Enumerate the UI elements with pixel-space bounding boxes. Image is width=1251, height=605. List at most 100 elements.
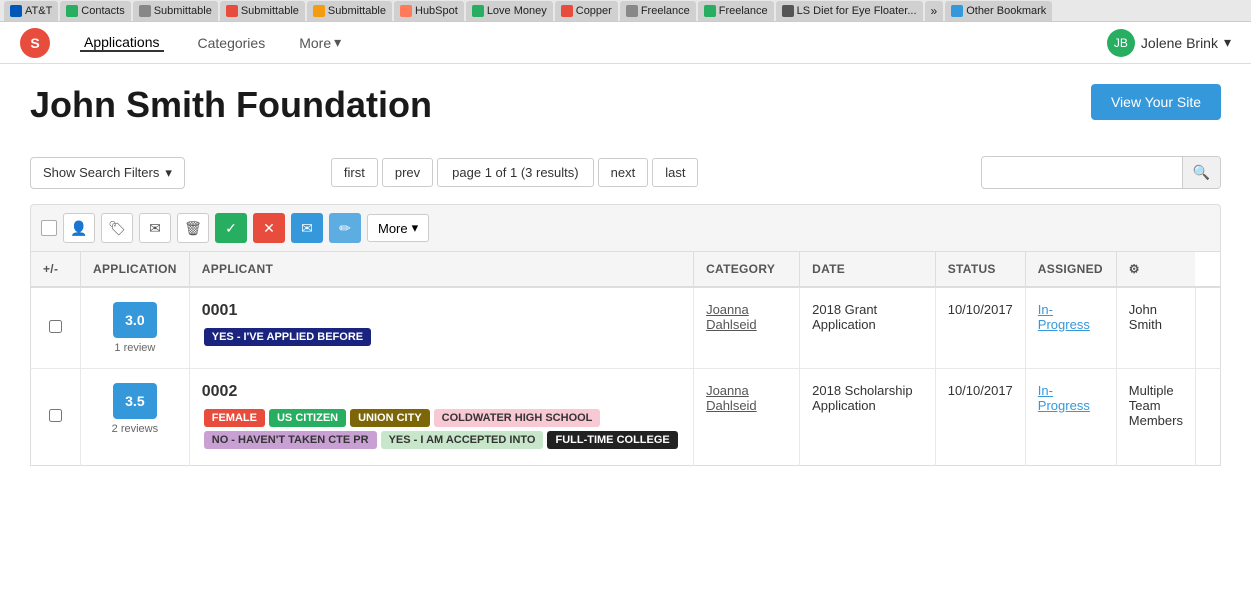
message-button[interactable]: ✉: [291, 213, 323, 243]
col-gear[interactable]: ⚙: [1116, 252, 1195, 288]
tab-contacts[interactable]: Contacts: [60, 1, 130, 21]
toolbar-more-button[interactable]: More ▾: [367, 214, 429, 242]
tags-container: FEMALEUS CITIZENUNION CITYCOLDWATER HIGH…: [202, 407, 681, 451]
review-count: 1 review: [93, 342, 177, 354]
tag-pill: COLDWATER HIGH SCHOOL: [434, 409, 601, 427]
table-header: +/- APPLICATION APPLICANT CATEGORY DATE …: [31, 252, 1221, 288]
assign-button[interactable]: 👤: [63, 213, 95, 243]
row-checkbox[interactable]: [49, 409, 62, 422]
x-icon: ✕: [263, 220, 275, 237]
check-icon: ✓: [225, 220, 237, 237]
status-cell: In-Progress: [1025, 287, 1116, 369]
chevron-down-icon: ▾: [1224, 34, 1231, 51]
tab-submittable1[interactable]: Submittable: [133, 1, 218, 21]
tag-pill: FEMALE: [204, 409, 265, 427]
person-icon: 👤: [70, 220, 87, 237]
tab-hubspot[interactable]: HubSpot: [394, 1, 464, 21]
search-input[interactable]: [982, 158, 1182, 187]
lovemoney-icon: [472, 5, 484, 17]
filter-bar: Show Search Filters ▾ first prev page 1 …: [30, 156, 1221, 189]
gear-icon: ⚙: [1129, 262, 1140, 276]
tab-att[interactable]: AT&T: [4, 1, 58, 21]
other-bookmark-icon: [951, 5, 963, 17]
col-assigned: ASSIGNED: [1025, 252, 1116, 288]
pagination-info: page 1 of 1 (3 results): [437, 158, 593, 187]
table-section: 👤 🏷 ✉ 🗑 ✓ ✕ ✉ ✏ More: [30, 204, 1221, 466]
pagination-next-button[interactable]: next: [598, 158, 649, 187]
hubspot-icon: [400, 5, 412, 17]
email-button[interactable]: ✉: [139, 213, 171, 243]
trash-icon: 🗑: [184, 220, 202, 237]
pagination-controls: first prev page 1 of 1 (3 results) next …: [331, 158, 699, 187]
tab-lovemoney[interactable]: Love Money: [466, 1, 553, 21]
applicant-cell: Joanna Dahlseid: [694, 369, 800, 466]
col-category: CATEGORY: [694, 252, 800, 288]
applications-table: +/- APPLICATION APPLICANT CATEGORY DATE …: [30, 251, 1221, 466]
chevron-down-icon: ▾: [165, 165, 172, 181]
freelance1-icon: [626, 5, 638, 17]
date-cell: 10/10/2017: [935, 287, 1025, 369]
action-button[interactable]: ✏: [329, 213, 361, 243]
pencil-icon: ✏: [339, 220, 351, 237]
applicant-link[interactable]: Joanna Dahlseid: [706, 302, 757, 332]
tags-container: YES - I'VE APPLIED BEFORE: [202, 326, 681, 348]
status-cell: In-Progress: [1025, 369, 1116, 466]
tab-freelance2[interactable]: Freelance: [698, 1, 774, 21]
search-button[interactable]: 🔍: [1182, 157, 1220, 188]
nav-more-button[interactable]: More ▾: [299, 34, 341, 51]
select-all-checkbox[interactable]: [41, 220, 57, 236]
col-applicant: APPLICANT: [189, 252, 693, 288]
app-number-cell: 0002 FEMALEUS CITIZENUNION CITYCOLDWATER…: [189, 369, 693, 466]
app-logo[interactable]: S: [20, 28, 50, 58]
table-body: 3.0 1 review 0001 YES - I'VE APPLIED BEF…: [31, 287, 1221, 466]
tab-more-icon[interactable]: »: [925, 1, 944, 21]
date-cell: 10/10/2017: [935, 369, 1025, 466]
pagination-last-button[interactable]: last: [652, 158, 698, 187]
score-cell: 3.0 1 review: [81, 287, 190, 369]
app-number-cell: 0001 YES - I'VE APPLIED BEFORE: [189, 287, 693, 369]
search-icon: 🔍: [1193, 164, 1210, 180]
review-count: 2 reviews: [93, 423, 177, 435]
pagination-first-button[interactable]: first: [331, 158, 378, 187]
contacts-icon: [66, 5, 78, 17]
nav-user-menu[interactable]: JB Jolene Brink ▾: [1107, 29, 1251, 57]
nav-link-categories[interactable]: Categories: [194, 35, 270, 51]
tag-button[interactable]: 🏷: [101, 213, 133, 243]
assigned-cell: John Smith: [1116, 287, 1195, 369]
col-status: STATUS: [935, 252, 1025, 288]
applicant-cell: Joanna Dahlseid: [694, 287, 800, 369]
chevron-down-icon: ▾: [412, 220, 419, 236]
reject-button[interactable]: ✕: [253, 213, 285, 243]
row-checkbox[interactable]: [49, 320, 62, 333]
tag-pill: YES - I'VE APPLIED BEFORE: [204, 328, 371, 346]
show-filters-button[interactable]: Show Search Filters ▾: [30, 157, 185, 189]
score-badge: 3.0: [113, 302, 157, 338]
tag-pill: FULL-TIME COLLEGE: [547, 431, 677, 449]
tab-other-bookmark[interactable]: Other Bookmark: [945, 1, 1052, 21]
avatar: JB: [1107, 29, 1135, 57]
delete-button[interactable]: 🗑: [177, 213, 209, 243]
app-number: 0002: [202, 383, 681, 401]
submittable3-icon: [313, 5, 325, 17]
view-site-button[interactable]: View Your Site: [1091, 84, 1221, 120]
tag-pill: US CITIZEN: [269, 409, 346, 427]
applicant-link[interactable]: Joanna Dahlseid: [706, 383, 757, 413]
status-badge[interactable]: In-Progress: [1038, 302, 1090, 332]
nav-link-applications[interactable]: Applications: [80, 34, 164, 52]
approve-button[interactable]: ✓: [215, 213, 247, 243]
toolbar: 👤 🏷 ✉ 🗑 ✓ ✕ ✉ ✏ More: [30, 204, 1221, 251]
tab-freelance1[interactable]: Freelance: [620, 1, 696, 21]
tag-pill: NO - HAVEN'T TAKEN CTE PR: [204, 431, 377, 449]
tab-diet[interactable]: LS Diet for Eye Floater...: [776, 1, 923, 21]
pagination-prev-button[interactable]: prev: [382, 158, 433, 187]
score-cell: 3.5 2 reviews: [81, 369, 190, 466]
col-date: DATE: [800, 252, 936, 288]
tab-submittable3[interactable]: Submittable: [307, 1, 392, 21]
tag-icon: 🏷: [108, 220, 126, 237]
table-row: 3.0 1 review 0001 YES - I'VE APPLIED BEF…: [31, 287, 1221, 369]
col-adjust[interactable]: +/-: [31, 252, 81, 288]
row-checkbox-cell: [31, 287, 81, 369]
tab-copper[interactable]: Copper: [555, 1, 618, 21]
tab-submittable2[interactable]: Submittable: [220, 1, 305, 21]
status-badge[interactable]: In-Progress: [1038, 383, 1090, 413]
